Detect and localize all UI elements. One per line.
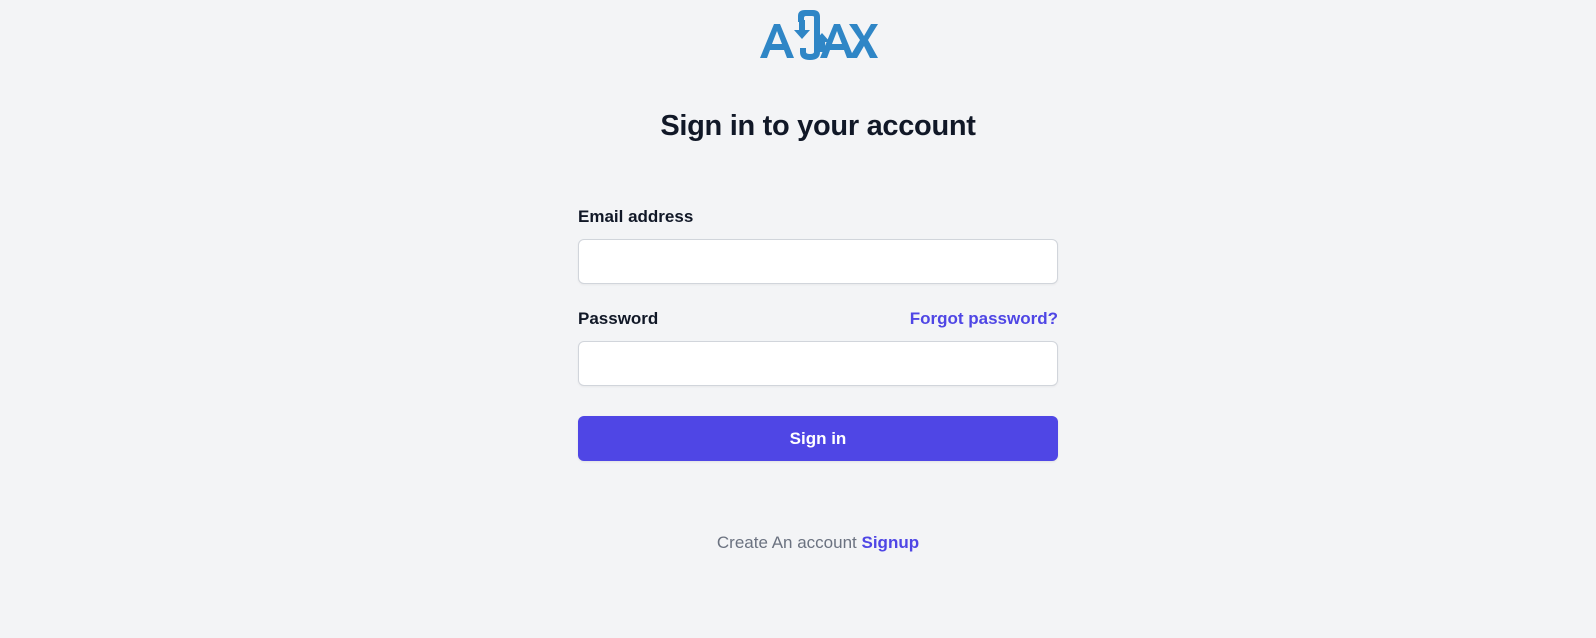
signup-prompt: Create An account Signup [0, 533, 1596, 553]
page-title: Sign in to your account [660, 110, 976, 142]
password-group: Password Forgot password? [578, 308, 1058, 386]
password-label: Password [578, 309, 659, 328]
signup-link[interactable]: Signup [862, 533, 920, 552]
login-page: Sign in to your account Email address Pa… [0, 0, 1596, 638]
sign-in-form: Email address Password Forgot password? … [578, 206, 1058, 461]
ajax-logo [758, 8, 878, 62]
password-label-row: Password Forgot password? [578, 308, 1058, 330]
password-field[interactable] [578, 341, 1058, 386]
signup-prompt-text: Create An account [716, 533, 857, 552]
ajax-logo-icon [760, 10, 878, 60]
email-group: Email address [578, 206, 1058, 284]
email-label: Email address [578, 207, 694, 226]
forgot-password-link[interactable]: Forgot password? [910, 309, 1058, 329]
email-field[interactable] [578, 239, 1058, 284]
sign-in-button[interactable]: Sign in [578, 416, 1058, 461]
